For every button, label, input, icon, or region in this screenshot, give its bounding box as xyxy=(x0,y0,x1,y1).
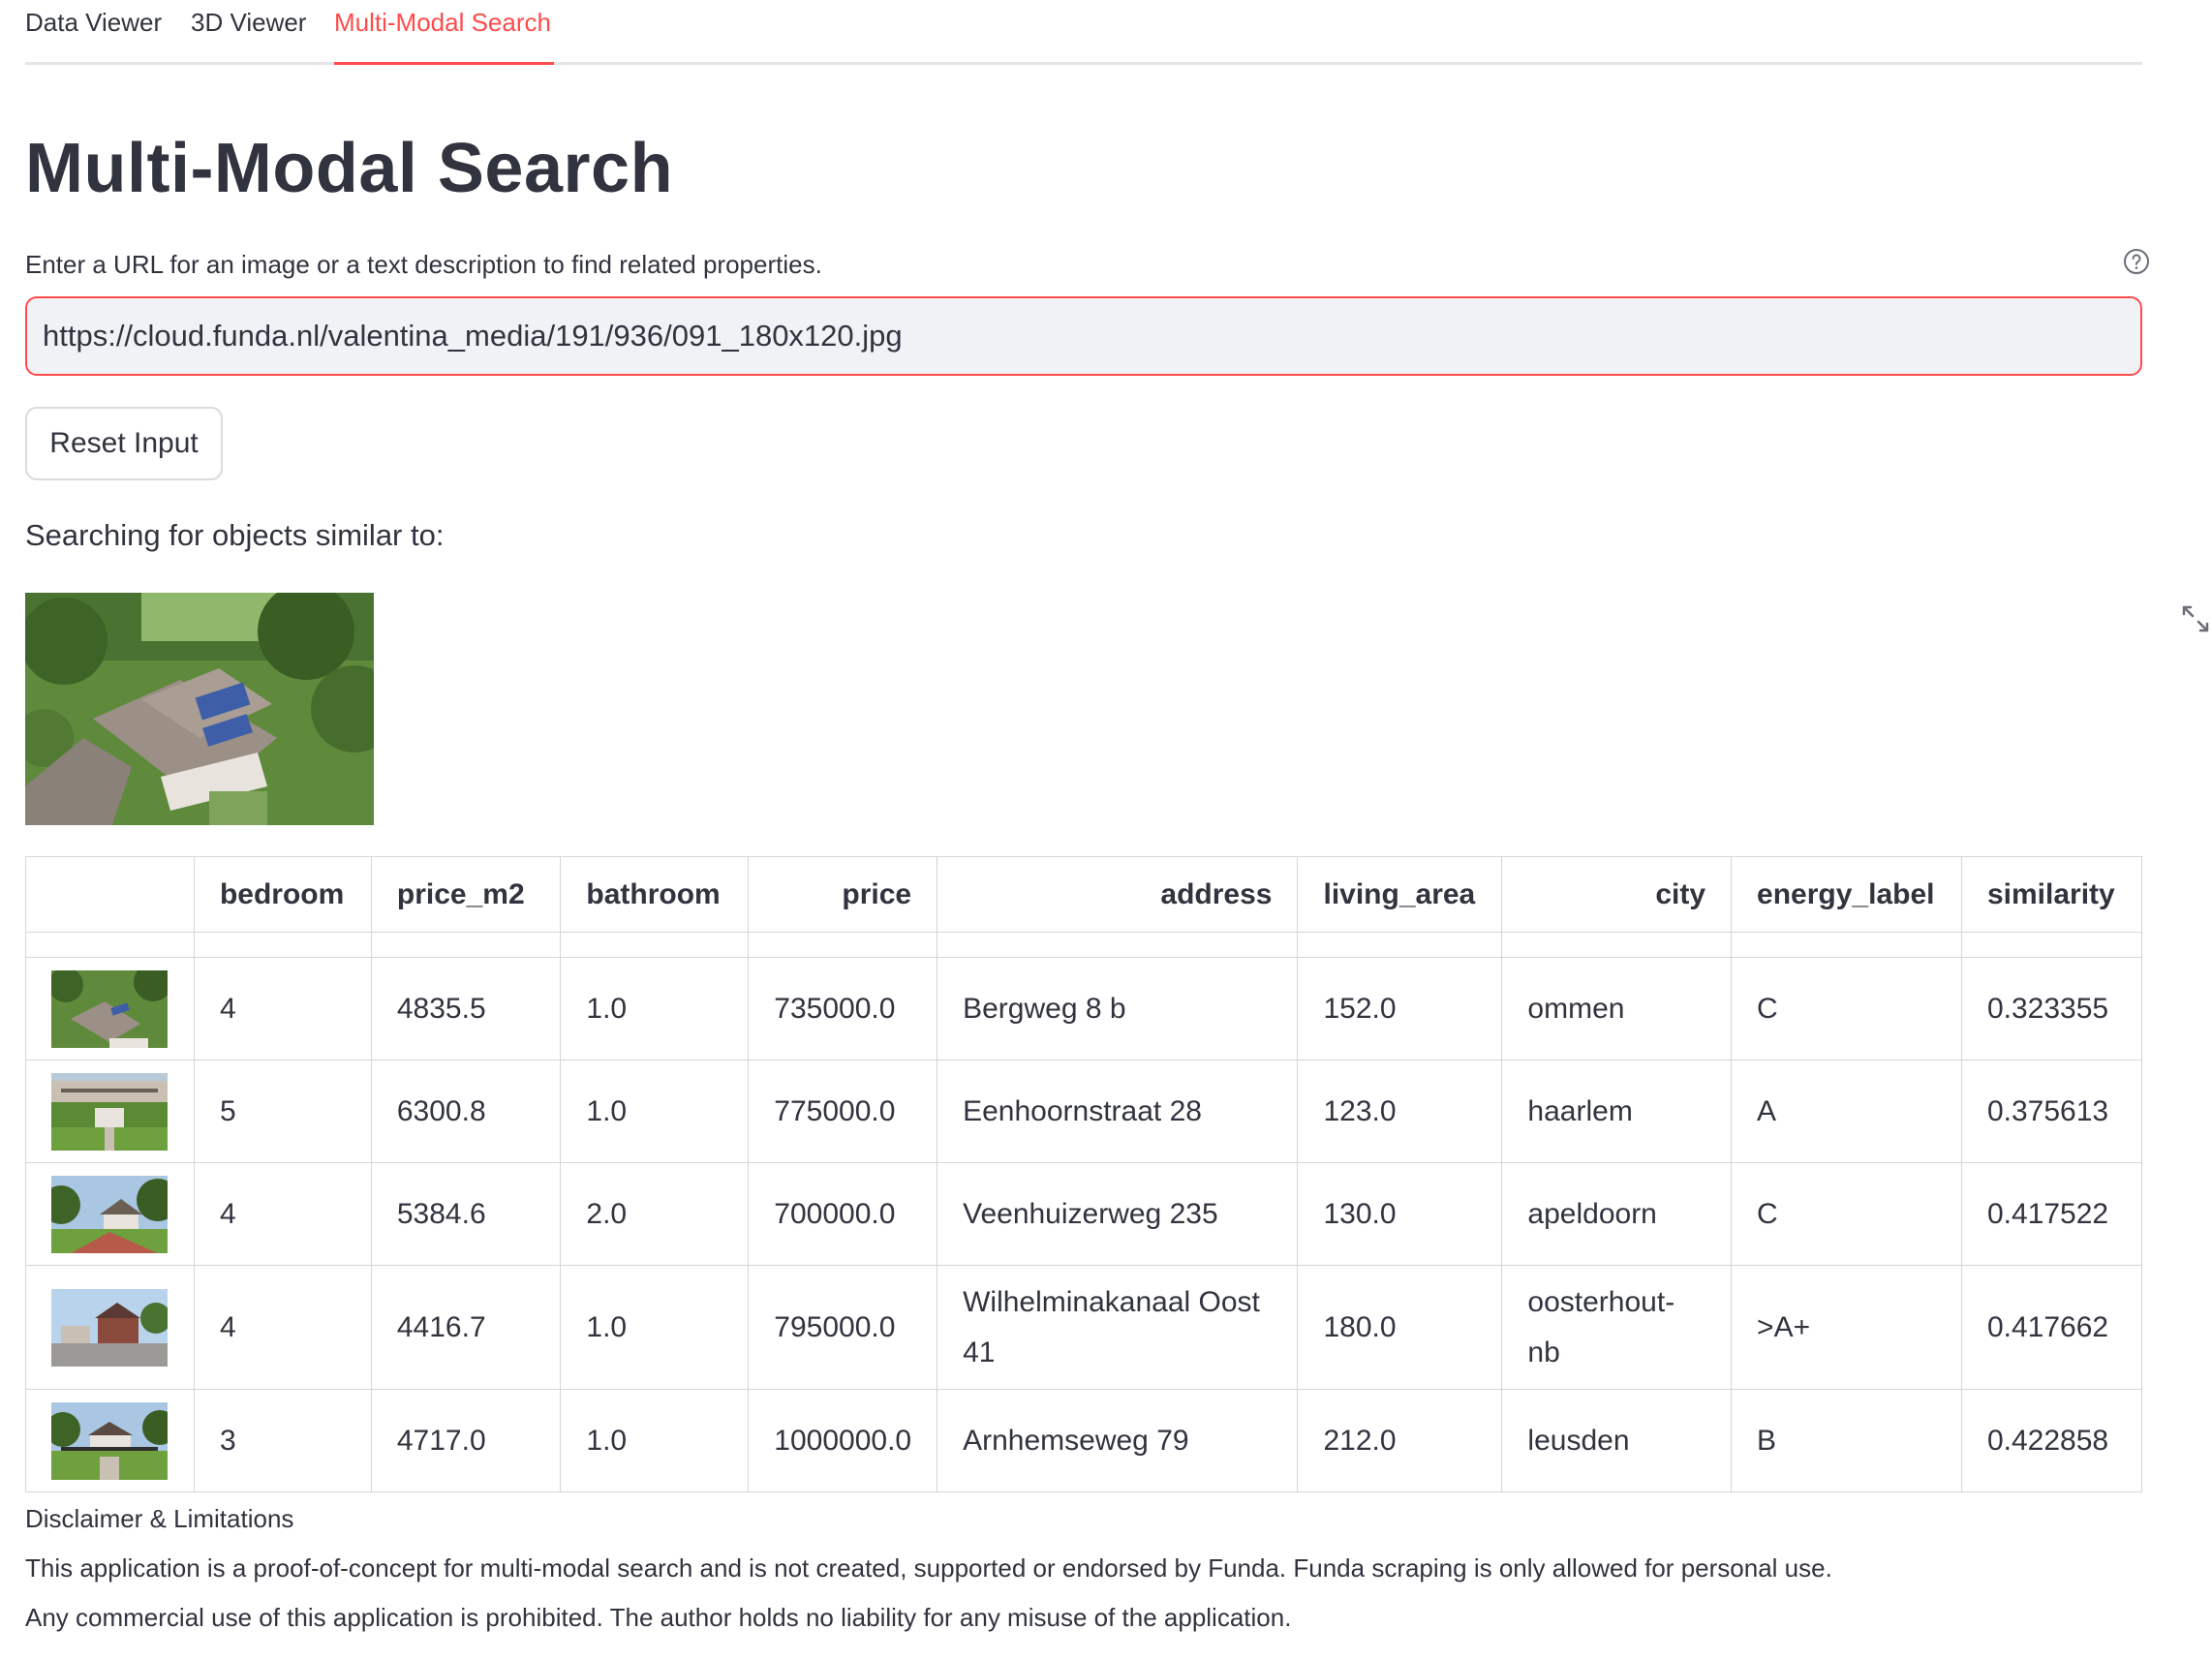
cell-city: apeldoorn xyxy=(1501,1162,1733,1266)
cell-energy-label: C xyxy=(1731,1162,1962,1266)
page-title: Multi-Modal Search xyxy=(25,130,674,207)
disclaimer-title: Disclaimer & Limitations xyxy=(25,1504,294,1533)
thumbnail-cell xyxy=(25,1162,195,1266)
thumbnail-cell xyxy=(25,1389,195,1492)
cell-price: 1000000.0 xyxy=(748,1389,938,1492)
column-header-price-m2[interactable]: price_m2 xyxy=(370,856,562,933)
cell-city: leusden xyxy=(1501,1389,1733,1492)
cell-address: Veenhuizerweg 235 xyxy=(937,1162,1299,1266)
cell-city: haarlem xyxy=(1501,1060,1733,1163)
cell-bedroom: 4 xyxy=(193,1162,372,1266)
cell-price-m2: 4416.7 xyxy=(370,1265,562,1390)
table-row: 4 5384.6 2.0 700000.0 Veenhuizerweg 235 … xyxy=(25,1162,2143,1266)
cell-price: 795000.0 xyxy=(748,1265,938,1390)
cell-price: 700000.0 xyxy=(748,1162,938,1266)
thumbnail-cell xyxy=(25,1060,195,1163)
house-thumbnail[interactable] xyxy=(51,1175,168,1253)
cell-address: Bergweg 8 b xyxy=(937,957,1299,1061)
disclaimer-text-line2: Any commercial use of this application i… xyxy=(25,1603,1292,1632)
cell-price-m2: 5384.6 xyxy=(370,1162,562,1266)
cell-bathroom: 1.0 xyxy=(560,1389,750,1492)
query-image xyxy=(25,593,374,825)
cell-energy-label: B xyxy=(1731,1389,1962,1492)
cell-similarity: 0.375613 xyxy=(1960,1060,2143,1163)
cell-similarity: 0.417522 xyxy=(1960,1162,2143,1266)
column-header-bedroom[interactable]: bedroom xyxy=(193,856,372,933)
thumbnail-cell xyxy=(25,1265,195,1390)
cell-living-area: 212.0 xyxy=(1297,1389,1503,1492)
cell-city-line1: oosterhout- xyxy=(1527,1285,1675,1318)
cell-living-area: 180.0 xyxy=(1297,1265,1503,1390)
cell-bedroom: 3 xyxy=(193,1389,372,1492)
cell-similarity: 0.422858 xyxy=(1960,1389,2143,1492)
house-thumbnail[interactable] xyxy=(51,1288,168,1367)
cell-price-m2: 4717.0 xyxy=(370,1389,562,1492)
cell-energy-label: >A+ xyxy=(1731,1265,1962,1390)
table-row: 4 4416.7 1.0 795000.0 Wilhelminakanaal O… xyxy=(25,1265,2143,1390)
fullscreen-expand-icon[interactable] xyxy=(2181,604,2210,633)
cell-address: Arnhemseweg 79 xyxy=(937,1389,1299,1492)
tab-3d-viewer[interactable]: 3D Viewer xyxy=(191,8,306,38)
house-thumbnail[interactable] xyxy=(51,1401,168,1480)
table-row: 3 4717.0 1.0 1000000.0 Arnhemseweg 79 21… xyxy=(25,1389,2143,1492)
cell-address-line1: Wilhelminakanaal Oost xyxy=(963,1285,1260,1318)
column-header-city[interactable]: city xyxy=(1501,856,1733,933)
cell-energy-label: A xyxy=(1731,1060,1962,1163)
cell-similarity: 0.417662 xyxy=(1960,1265,2143,1390)
house-thumbnail[interactable] xyxy=(51,969,168,1048)
cell-bathroom: 1.0 xyxy=(560,1265,750,1390)
table-row: 4 4835.5 1.0 735000.0 Bergweg 8 b 152.0 … xyxy=(25,957,2143,1061)
cell-city-line2: nb xyxy=(1527,1336,1560,1368)
column-header-index[interactable] xyxy=(25,856,195,933)
cell-city: oosterhout- nb xyxy=(1501,1265,1733,1390)
cell-address-line2: 41 xyxy=(963,1336,996,1368)
cell-living-area: 123.0 xyxy=(1297,1060,1503,1163)
disclaimer-text-line1: This application is a proof-of-concept f… xyxy=(25,1553,1832,1583)
searching-for-text: Searching for objects similar to: xyxy=(25,518,445,552)
column-header-similarity[interactable]: similarity xyxy=(1960,856,2143,933)
search-input-label: Enter a URL for an image or a text descr… xyxy=(25,250,822,279)
column-header-address[interactable]: address xyxy=(937,856,1299,933)
cell-living-area: 130.0 xyxy=(1297,1162,1503,1266)
cell-bedroom: 4 xyxy=(193,1265,372,1390)
question-circle-icon[interactable] xyxy=(2123,248,2150,275)
column-header-living-area[interactable]: living_area xyxy=(1297,856,1503,933)
tab-data-viewer[interactable]: Data Viewer xyxy=(25,8,162,38)
table-row: 5 6300.8 1.0 775000.0 Eenhoornstraat 28 … xyxy=(25,1060,2143,1163)
cell-bathroom: 1.0 xyxy=(560,957,750,1061)
cell-price-m2: 6300.8 xyxy=(370,1060,562,1163)
tab-multi-modal-search[interactable]: Multi-Modal Search xyxy=(334,8,551,38)
reset-input-button[interactable]: Reset Input xyxy=(25,407,223,480)
cell-energy-label: C xyxy=(1731,957,1962,1061)
cell-price: 735000.0 xyxy=(748,957,938,1061)
cell-bedroom: 4 xyxy=(193,957,372,1061)
cell-living-area: 152.0 xyxy=(1297,957,1503,1061)
main-content: Data Viewer 3D Viewer Multi-Modal Search… xyxy=(25,0,2209,1632)
column-header-energy-label[interactable]: energy_label xyxy=(1731,856,1962,933)
table-spacer-row xyxy=(25,932,2143,958)
cell-address: Eenhoornstraat 28 xyxy=(937,1060,1299,1163)
cell-city: ommen xyxy=(1501,957,1733,1061)
thumbnail-cell xyxy=(25,957,195,1061)
tab-bar: Data Viewer 3D Viewer Multi-Modal Search xyxy=(25,0,2142,65)
cell-bathroom: 2.0 xyxy=(560,1162,750,1266)
column-header-price[interactable]: price xyxy=(748,856,938,933)
active-tab-indicator xyxy=(334,62,554,65)
cell-bedroom: 5 xyxy=(193,1060,372,1163)
cell-price-m2: 4835.5 xyxy=(370,957,562,1061)
cell-bathroom: 1.0 xyxy=(560,1060,750,1163)
house-thumbnail[interactable] xyxy=(51,1072,168,1151)
column-header-bathroom[interactable]: bathroom xyxy=(560,856,750,933)
results-table: bedroom price_m2 bathroom price address … xyxy=(25,856,2143,1492)
search-input[interactable] xyxy=(25,296,2142,376)
cell-similarity: 0.323355 xyxy=(1960,957,2143,1061)
cell-price: 775000.0 xyxy=(748,1060,938,1163)
cell-address: Wilhelminakanaal Oost 41 xyxy=(937,1265,1299,1390)
table-header-row: bedroom price_m2 bathroom price address … xyxy=(25,856,2143,933)
